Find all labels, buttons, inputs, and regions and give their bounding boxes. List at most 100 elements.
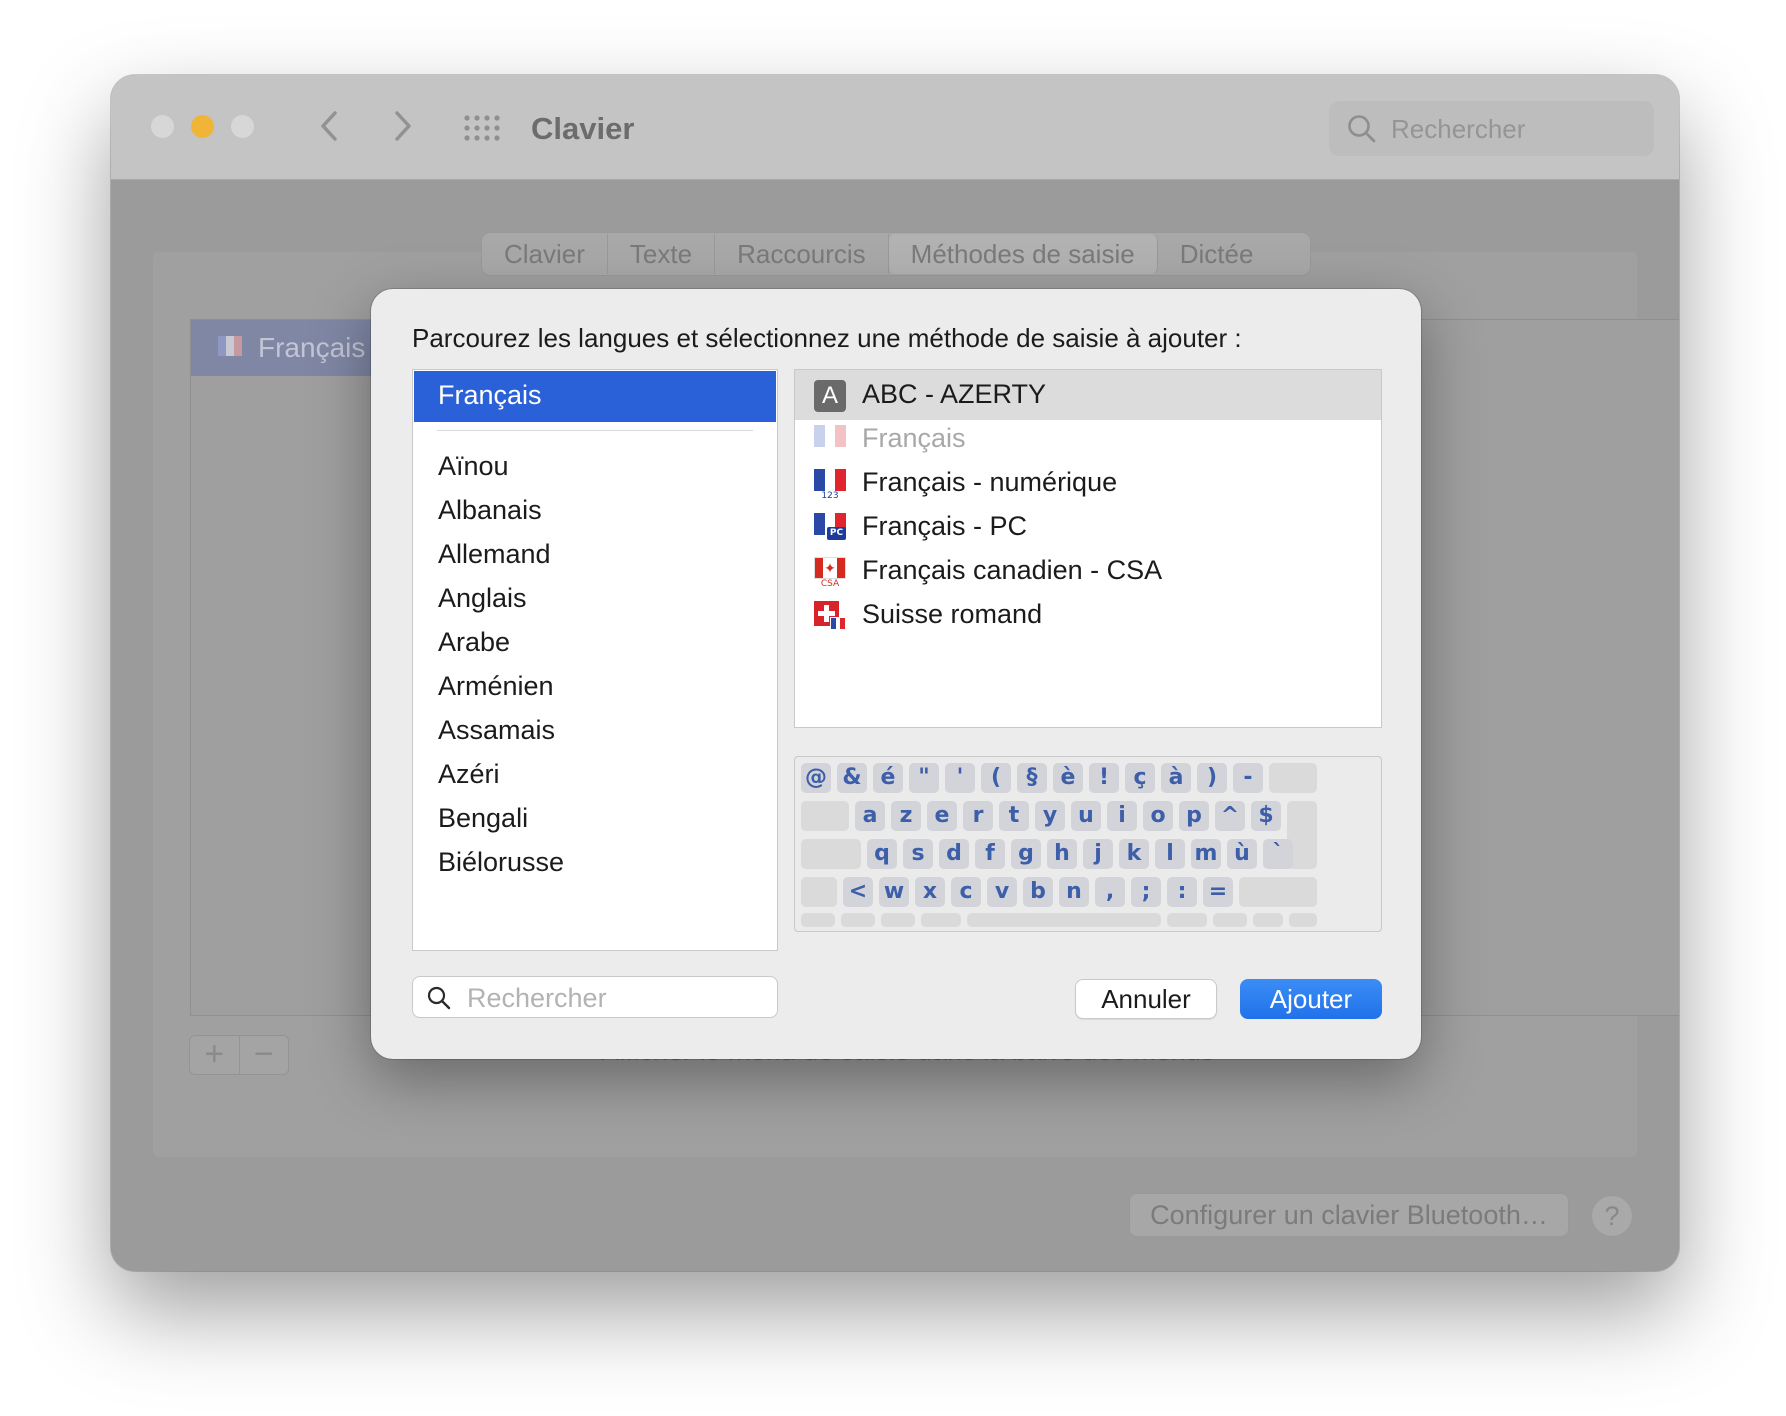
key: §	[1017, 763, 1047, 793]
list-separator	[437, 430, 753, 431]
search-icon	[427, 986, 451, 1010]
key: n	[1059, 877, 1089, 907]
key: z	[891, 801, 921, 831]
key: s	[903, 839, 933, 869]
key: :	[1167, 877, 1197, 907]
method-item-suisse-romand[interactable]: Suisse romand	[795, 590, 1381, 640]
language-item-selected[interactable]: Français	[414, 371, 776, 422]
zoom-window-button[interactable]	[231, 115, 254, 138]
input-method-list[interactable]: A ABC - AZERTY Français 123 Français - n…	[794, 369, 1382, 728]
language-item[interactable]: Assamais	[438, 715, 555, 746]
key: o	[1143, 801, 1173, 831]
key: `	[1263, 839, 1293, 869]
method-label: Français - PC	[862, 511, 1028, 541]
input-source-label: Français	[258, 332, 366, 363]
chevron-right-icon	[395, 111, 411, 141]
language-item[interactable]: Aïnou	[438, 451, 509, 482]
search-icon	[1348, 115, 1376, 143]
key: a	[855, 801, 885, 831]
key-blank	[1289, 913, 1317, 927]
language-search-field[interactable]: Rechercher	[412, 976, 778, 1018]
key-blank	[801, 913, 835, 927]
key: ,	[1095, 877, 1125, 907]
configure-bluetooth-keyboard-button[interactable]: Configurer un clavier Bluetooth…	[1129, 1193, 1569, 1237]
key-blank	[1213, 913, 1247, 927]
minimize-window-button[interactable]	[191, 115, 214, 138]
key: i	[1107, 801, 1137, 831]
forward-button[interactable]	[383, 103, 423, 149]
french-numeric-flag-icon: 123	[814, 469, 847, 501]
method-label: Français - numérique	[862, 467, 1118, 497]
key-blank	[801, 839, 861, 869]
back-button[interactable]	[309, 103, 349, 149]
help-button[interactable]: ?	[1591, 1195, 1633, 1237]
tab-raccourcis[interactable]: Raccourcis	[715, 234, 889, 274]
key: j	[1083, 839, 1113, 869]
key-blank	[921, 913, 961, 927]
key: d	[939, 839, 969, 869]
tab-dictee[interactable]: Dictée	[1158, 234, 1276, 274]
key: <	[843, 877, 873, 907]
french-pc-flag-icon: PC	[814, 513, 847, 541]
key: k	[1119, 839, 1149, 869]
method-label: ABC - AZERTY	[862, 379, 1047, 409]
cancel-button[interactable]: Annuler	[1075, 979, 1217, 1019]
method-item-francais[interactable]: Français	[795, 414, 1381, 464]
key-blank	[1253, 913, 1283, 927]
tab-clavier[interactable]: Clavier	[482, 234, 608, 274]
add-button[interactable]: Ajouter	[1240, 979, 1382, 1019]
remove-source-button[interactable]: −	[240, 1036, 289, 1074]
language-label: Français	[438, 380, 542, 410]
language-item[interactable]: Azéri	[438, 759, 500, 790]
key: e	[927, 801, 957, 831]
key: é	[873, 763, 903, 793]
language-item[interactable]: Bengali	[438, 803, 528, 834]
key: ù	[1227, 839, 1257, 869]
key: ;	[1131, 877, 1161, 907]
method-item-francais-canadien-csa[interactable]: ✦ CSA Français canadien - CSA	[795, 546, 1381, 596]
close-window-button[interactable]	[151, 115, 174, 138]
key-blank	[1269, 763, 1317, 793]
french-flag-icon	[218, 336, 242, 356]
method-item-francais-numerique[interactable]: 123 Français - numérique	[795, 458, 1381, 508]
csa-badge: CSA	[820, 579, 840, 589]
language-item[interactable]: Arabe	[438, 627, 510, 658]
key-blank	[1239, 877, 1317, 907]
key: v	[987, 877, 1017, 907]
title-bar: Clavier Rechercher	[111, 75, 1679, 180]
key-blank	[881, 913, 915, 927]
key-blank	[841, 913, 875, 927]
tab-texte[interactable]: Texte	[608, 234, 716, 274]
key: =	[1203, 877, 1233, 907]
key: g	[1011, 839, 1041, 869]
show-all-grid-icon[interactable]	[463, 114, 503, 142]
key: l	[1155, 839, 1185, 869]
add-remove-control: + −	[189, 1035, 289, 1075]
key: '	[945, 763, 975, 793]
tab-methodes-de-saisie[interactable]: Méthodes de saisie	[888, 234, 1158, 274]
key: m	[1191, 839, 1221, 869]
key: ç	[1125, 763, 1155, 793]
window-search-field[interactable]: Rechercher	[1329, 101, 1654, 156]
language-item[interactable]: Arménien	[438, 671, 554, 702]
language-item[interactable]: Allemand	[438, 539, 551, 570]
key: $	[1251, 801, 1281, 831]
language-item[interactable]: Albanais	[438, 495, 542, 526]
method-item-francais-pc[interactable]: PC Français - PC	[795, 502, 1381, 552]
add-source-button[interactable]: +	[190, 1036, 240, 1074]
language-item[interactable]: Biélorusse	[438, 847, 564, 878]
method-item-abc-azerty[interactable]: A ABC - AZERTY	[795, 370, 1381, 420]
method-label: Suisse romand	[862, 599, 1043, 629]
method-label: Français canadien - CSA	[862, 555, 1163, 585]
key-blank	[801, 877, 837, 907]
window-title: Clavier	[531, 111, 635, 146]
key: -	[1233, 763, 1263, 793]
key: "	[909, 763, 939, 793]
key-blank	[1167, 913, 1207, 927]
language-item[interactable]: Anglais	[438, 583, 527, 614]
swiss-flag-icon	[814, 601, 846, 630]
key: r	[963, 801, 993, 831]
key: y	[1035, 801, 1065, 831]
key: à	[1161, 763, 1191, 793]
language-list[interactable]: Français Aïnou Albanais Allemand Anglais…	[412, 369, 778, 951]
